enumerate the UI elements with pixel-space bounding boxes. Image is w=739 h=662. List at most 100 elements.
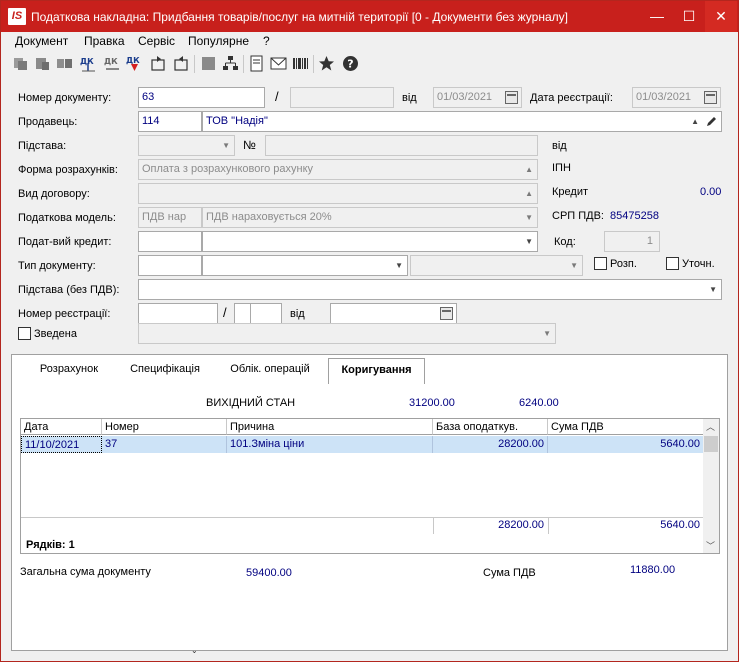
triangle-up-icon[interactable]: ▲ xyxy=(525,184,533,203)
consolidated-checkbox[interactable] xyxy=(18,327,31,340)
chevron-down-icon: ▼ xyxy=(570,261,578,270)
cell-reason[interactable]: 101.Зміна ціни xyxy=(227,436,433,453)
chevron-down-icon: ▼ xyxy=(395,261,403,270)
cell-number[interactable]: 37 xyxy=(102,436,227,453)
hierarchy-icon[interactable] xyxy=(221,54,240,73)
minimize-button[interactable]: — xyxy=(641,1,673,32)
tab-accounting-operations[interactable]: Облік. операцій xyxy=(215,358,325,381)
chevron-down-icon: ▼ xyxy=(525,237,533,246)
star-icon[interactable] xyxy=(317,54,336,73)
payment-form-value: Оплата з розрахункового рахунку xyxy=(142,163,314,175)
reg-number-part2-input[interactable] xyxy=(234,303,251,324)
debit-credit-balance-icon[interactable]: ДК xyxy=(103,54,122,73)
debit-credit-down-icon[interactable]: ДК xyxy=(125,54,144,73)
reg-number-part3-input[interactable] xyxy=(250,303,282,324)
scroll-down-icon[interactable]: ﹀ xyxy=(706,539,715,552)
reg-number-input[interactable] xyxy=(138,303,218,324)
maximize-button[interactable]: ☐ xyxy=(673,1,705,32)
paste-icon[interactable] xyxy=(33,54,52,73)
cell-date[interactable]: 11/10/2021 xyxy=(21,436,102,453)
basis-number-label: № xyxy=(243,138,256,152)
debit-credit-icon[interactable]: ДК xyxy=(79,54,98,73)
column-header-number[interactable]: Номер xyxy=(102,419,227,435)
column-header-reason[interactable]: Причина xyxy=(227,419,433,435)
pencil-icon[interactable] xyxy=(705,115,718,128)
help-icon[interactable]: ? xyxy=(341,54,360,73)
import-icon[interactable] xyxy=(172,54,191,73)
seller-code-input[interactable]: 114 xyxy=(138,111,202,132)
chevron-down-icon: ▼ xyxy=(543,329,551,338)
tax-credit-code-input[interactable] xyxy=(138,231,202,252)
close-button[interactable]: ✕ xyxy=(705,1,737,32)
contract-type-input[interactable]: ▲ xyxy=(138,183,538,204)
copy-icon[interactable] xyxy=(11,54,30,73)
code-label: Код: xyxy=(554,236,576,248)
doc-type-select[interactable]: ▼ xyxy=(202,255,408,276)
rows-count: Рядків: 1 xyxy=(26,539,75,551)
reg-number-slash: / xyxy=(223,305,227,320)
tab-calculation[interactable]: Розрахунок xyxy=(23,358,115,381)
cell-vat[interactable]: 5640.00 xyxy=(548,436,704,453)
calendar-icon[interactable] xyxy=(704,91,717,104)
tax-credit-select[interactable]: ▼ xyxy=(202,231,538,252)
stop-icon[interactable] xyxy=(199,54,218,73)
utochn-checkbox[interactable] xyxy=(666,257,679,270)
payment-form-input[interactable]: Оплата з розрахункового рахунку ▲ xyxy=(138,159,538,180)
column-header-tax-base[interactable]: База оподаткув. xyxy=(433,419,548,435)
menu-popular[interactable]: Популярне xyxy=(188,34,249,48)
tab-specification[interactable]: Специфікація xyxy=(119,358,211,381)
tax-model-code-input[interactable]: ПДВ нар xyxy=(138,207,202,228)
calendar-icon[interactable] xyxy=(440,307,453,320)
rozp-checkbox[interactable] xyxy=(594,257,607,270)
tax-credit-label: Подат-вий кредит: xyxy=(18,236,112,248)
triangle-up-icon[interactable]: ▲ xyxy=(691,112,699,131)
document-icon[interactable] xyxy=(247,54,266,73)
splitter-chevron-icon[interactable]: ⌄ xyxy=(191,646,198,655)
reg-from-date-input[interactable] xyxy=(330,303,457,324)
chevron-down-icon: ▼ xyxy=(525,213,533,222)
menu-service[interactable]: Сервіс xyxy=(138,34,175,48)
doc-number-suffix-input[interactable] xyxy=(290,87,394,108)
seller-name-input[interactable]: ТОВ "Надія" ▲ xyxy=(202,111,722,132)
export-icon[interactable] xyxy=(149,54,168,73)
code-input[interactable]: 1 xyxy=(604,231,660,252)
scroll-up-icon[interactable]: ︿ xyxy=(706,420,715,433)
doc-date-input[interactable]: 01/03/2021 xyxy=(433,87,522,108)
svg-text:ДК: ДК xyxy=(126,56,140,65)
basis-no-vat-select[interactable]: ▼ xyxy=(138,279,722,300)
scroll-thumb[interactable] xyxy=(704,436,718,452)
basis-number-input[interactable] xyxy=(265,135,538,156)
consolidated-select[interactable]: ▼ xyxy=(138,323,556,344)
main-window: IS Податкова накладна: Придбання товарів… xyxy=(0,0,739,662)
menu-document[interactable]: Документ xyxy=(15,34,68,48)
barcode-icon[interactable] xyxy=(291,54,310,73)
seller-label: Продавець: xyxy=(18,116,78,128)
toolbar: ДК ДК ДК ? xyxy=(1,51,738,77)
doc-number-label: Номер документу: xyxy=(18,92,112,104)
menu-edit[interactable]: Правка xyxy=(84,34,125,48)
calendar-icon[interactable] xyxy=(505,91,518,104)
basis-no-vat-label: Підстава (без ПДВ): xyxy=(18,284,120,296)
triangle-up-icon[interactable]: ▲ xyxy=(525,160,533,179)
reg-date-input[interactable]: 01/03/2021 xyxy=(632,87,721,108)
mail-icon[interactable] xyxy=(269,54,288,73)
tab-correction[interactable]: Коригування xyxy=(328,358,425,384)
vat-sum-value: 11880.00 xyxy=(630,564,676,576)
basis-select[interactable]: ▼ xyxy=(138,135,235,156)
tax-model-select[interactable]: ПДВ нараховується 20% ▼ xyxy=(202,207,538,228)
doc-type-code-input[interactable] xyxy=(138,255,202,276)
column-header-vat[interactable]: Сума ПДВ xyxy=(548,419,704,435)
doc-subtype-select[interactable]: ▼ xyxy=(410,255,583,276)
initial-vat-value: 6240.00 xyxy=(519,397,559,409)
menu-help[interactable]: ? xyxy=(263,34,270,48)
cell-tax-base[interactable]: 28200.00 xyxy=(433,436,548,453)
cut-icon[interactable] xyxy=(55,54,74,73)
reg-from-label: від xyxy=(290,308,305,320)
doc-number-input[interactable]: 63 xyxy=(138,87,265,108)
column-header-date[interactable]: Дата xyxy=(21,419,102,435)
toolbar-separator xyxy=(313,55,314,73)
correction-grid: Дата Номер Причина База оподаткув. Сума … xyxy=(20,418,720,554)
basis-from-label: від xyxy=(552,140,567,152)
doc-total-value: 59400.00 xyxy=(246,567,292,579)
vertical-scrollbar[interactable]: ︿ ﹀ xyxy=(703,419,719,553)
